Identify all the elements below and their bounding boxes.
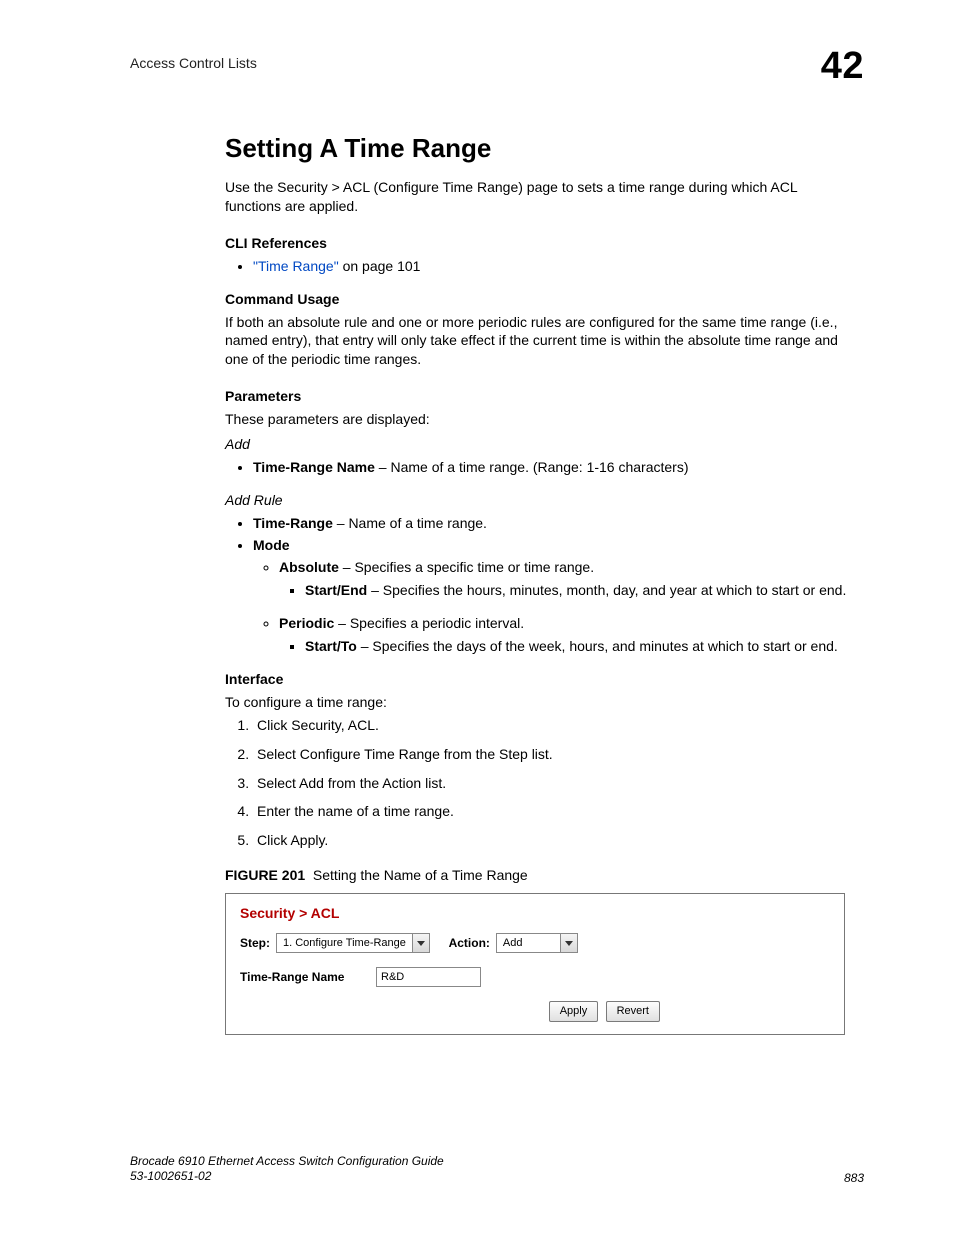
content-body: Setting A Time Range Use the Security > …: [225, 131, 854, 1035]
page: Access Control Lists 42 Setting A Time R…: [0, 0, 954, 1235]
revert-button[interactable]: Revert: [606, 1001, 660, 1022]
param-desc: – Specifies the days of the week, hours,…: [357, 638, 838, 654]
step-4: Enter the name of a time range.: [253, 802, 854, 821]
step-5: Click Apply.: [253, 831, 854, 850]
action-label: Action:: [449, 935, 490, 951]
footer-doc-number: 53-1002651-02: [130, 1169, 444, 1185]
footer-left: Brocade 6910 Ethernet Access Switch Conf…: [130, 1154, 444, 1185]
time-range-name-row: Time-Range Name R&D: [240, 967, 830, 987]
interface-steps: Click Security, ACL. Select Configure Ti…: [225, 716, 854, 850]
apply-button[interactable]: Apply: [549, 1001, 599, 1022]
param-name: Start/To: [305, 638, 357, 654]
parameters-add-list: Time-Range Name – Name of a time range. …: [225, 458, 854, 477]
step-2: Select Configure Time Range from the Ste…: [253, 745, 854, 764]
time-range-link[interactable]: "Time Range": [253, 258, 339, 274]
cli-references-heading: CLI References: [225, 234, 854, 253]
param-name: Time-Range Name: [253, 459, 375, 475]
footer-guide-title: Brocade 6910 Ethernet Access Switch Conf…: [130, 1154, 444, 1170]
step-3: Select Add from the Action list.: [253, 774, 854, 793]
periodic-startto: Start/To – Specifies the days of the wee…: [305, 637, 854, 656]
footer-page-number: 883: [844, 1171, 864, 1185]
running-head: Access Control Lists: [130, 55, 854, 71]
parameters-addrule-list: Time-Range – Name of a time range. Mode …: [225, 514, 854, 656]
step-action-row: Step: 1. Configure Time-Range Action: Ad…: [240, 933, 830, 953]
chevron-down-icon: [560, 934, 577, 952]
page-footer: Brocade 6910 Ethernet Access Switch Conf…: [130, 1154, 864, 1185]
cli-reference-item: "Time Range" on page 101: [253, 257, 854, 276]
parameters-addrule-label: Add Rule: [225, 491, 854, 510]
param-desc: – Specifies the hours, minutes, month, d…: [367, 582, 846, 598]
param-desc: – Name of a time range.: [333, 515, 487, 531]
ui-button-row: Apply Revert: [240, 1001, 830, 1022]
cli-link-tail: on page 101: [339, 258, 421, 274]
param-desc: – Specifies a periodic interval.: [334, 615, 524, 631]
command-usage-heading: Command Usage: [225, 290, 854, 309]
step-1: Click Security, ACL.: [253, 716, 854, 735]
param-name: Periodic: [279, 615, 334, 631]
section-title: Setting A Time Range: [225, 131, 854, 166]
mode-periodic: Periodic – Specifies a periodic interval…: [279, 614, 854, 656]
mode-absolute: Absolute – Specifies a specific time or …: [279, 558, 854, 600]
parameters-heading: Parameters: [225, 387, 854, 406]
mode-sublist: Absolute – Specifies a specific time or …: [253, 558, 854, 656]
param-name: Absolute: [279, 559, 339, 575]
parameters-add-label: Add: [225, 435, 854, 454]
periodic-sublist: Start/To – Specifies the days of the wee…: [279, 637, 854, 656]
interface-heading: Interface: [225, 670, 854, 689]
param-desc: – Specifies a specific time or time rang…: [339, 559, 594, 575]
figure-number: FIGURE 201: [225, 867, 305, 883]
figure-title: Setting the Name of a Time Range: [313, 867, 528, 883]
param-time-range: Time-Range – Name of a time range.: [253, 514, 854, 533]
command-usage-text: If both an absolute rule and one or more…: [225, 313, 854, 370]
action-dropdown[interactable]: Add: [496, 933, 578, 953]
interface-intro: To configure a time range:: [225, 693, 854, 712]
intro-paragraph: Use the Security > ACL (Configure Time R…: [225, 178, 854, 216]
parameters-intro: These parameters are displayed:: [225, 410, 854, 429]
absolute-sublist: Start/End – Specifies the hours, minutes…: [279, 581, 854, 600]
figure-caption: FIGURE 201 Setting the Name of a Time Ra…: [225, 866, 854, 885]
param-desc: – Name of a time range. (Range: 1-16 cha…: [375, 459, 689, 475]
action-dropdown-value: Add: [497, 934, 560, 952]
time-range-name-input[interactable]: R&D: [376, 967, 481, 987]
time-range-name-label: Time-Range Name: [240, 969, 370, 985]
param-time-range-name: Time-Range Name – Name of a time range. …: [253, 458, 854, 477]
step-dropdown[interactable]: 1. Configure Time-Range: [276, 933, 430, 953]
param-name: Time-Range: [253, 515, 333, 531]
param-name: Start/End: [305, 582, 367, 598]
param-name: Mode: [253, 537, 290, 553]
config-ui-panel: Security > ACL Step: 1. Configure Time-R…: [225, 893, 845, 1035]
absolute-startend: Start/End – Specifies the hours, minutes…: [305, 581, 854, 600]
chevron-down-icon: [412, 934, 429, 952]
step-dropdown-value: 1. Configure Time-Range: [277, 934, 412, 952]
cli-references-list: "Time Range" on page 101: [225, 257, 854, 276]
chapter-number: 42: [821, 45, 864, 88]
param-mode: Mode Absolute – Specifies a specific tim…: [253, 536, 854, 656]
ui-breadcrumb: Security > ACL: [240, 904, 830, 923]
step-label: Step:: [240, 935, 270, 951]
